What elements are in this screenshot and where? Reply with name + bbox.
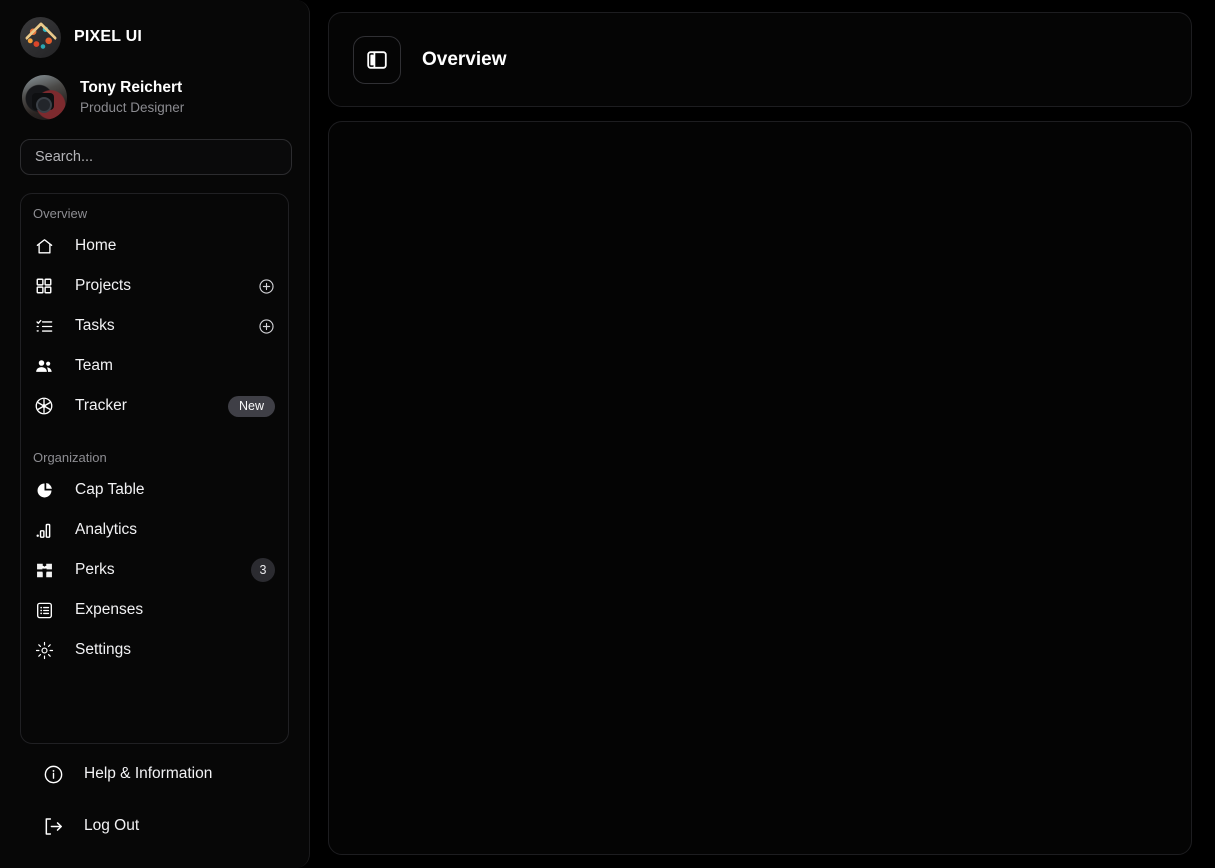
search-container — [0, 120, 309, 175]
sidebar-item-perks[interactable]: Perks 3 — [21, 550, 288, 590]
help-and-information-label: Help & Information — [84, 765, 213, 782]
content-panel — [328, 121, 1192, 855]
help-and-information-button[interactable]: Help & Information — [0, 758, 309, 790]
sidebar-item-settings[interactable]: Settings — [21, 630, 288, 670]
sidebar-item-label: Home — [75, 237, 117, 254]
sidebar-item-cap-table[interactable]: Cap Table — [21, 470, 288, 510]
notification-badge: 3 — [251, 558, 275, 582]
users-icon — [33, 355, 55, 377]
clipped-icon — [33, 679, 55, 701]
page-title: Overview — [422, 48, 507, 70]
log-out-button[interactable]: Log Out — [0, 810, 309, 842]
main-content: Overview — [310, 0, 1215, 868]
top-bar: Overview — [328, 12, 1192, 107]
bar-chart-icon — [33, 519, 55, 541]
logout-icon — [42, 815, 64, 837]
app-root: PIXEL UI Tony Reichert Product Designer … — [0, 0, 1215, 868]
sidebar-nav[interactable]: Overview Home Projects Tasks Team Tracke… — [20, 193, 289, 744]
sidebar-item-label: Expenses — [75, 601, 144, 618]
sidebar-item-analytics[interactable]: Analytics — [21, 510, 288, 550]
profile-role: Product Designer — [80, 100, 185, 115]
log-out-label: Log Out — [84, 817, 140, 834]
plus-icon[interactable] — [258, 318, 275, 335]
home-icon — [33, 235, 55, 257]
sidebar-item-label: Cap Table — [75, 481, 145, 498]
sidebar-footer: Help & Information Log Out — [0, 744, 309, 868]
sidebar-item-label: Analytics — [75, 521, 138, 538]
sidebar-item-label: Settings — [75, 641, 132, 658]
gift-icon — [33, 559, 55, 581]
brand[interactable]: PIXEL UI — [0, 0, 309, 58]
search-input[interactable] — [20, 139, 292, 175]
sidebar-item-label: Team — [75, 357, 113, 374]
sidebar-item-label: Projects — [75, 277, 131, 294]
sidebar-item-tracker[interactable]: Tracker New — [21, 386, 288, 426]
sidebar-item-projects[interactable]: Projects — [21, 266, 288, 306]
user-avatar — [22, 74, 67, 120]
sidebar-item-expenses[interactable]: Expenses — [21, 590, 288, 630]
sidebar-item-label: Perks — [75, 561, 115, 578]
sidebar-item-team[interactable]: Team — [21, 346, 288, 386]
grid-icon — [33, 275, 55, 297]
nav-section-label-overview: Overview — [33, 206, 88, 221]
pixel-logo-icon — [20, 16, 61, 58]
sidebar-item-label: Tasks — [75, 317, 115, 334]
pie-chart-icon — [33, 479, 55, 501]
plus-icon[interactable] — [258, 278, 275, 295]
list-icon — [33, 599, 55, 621]
brand-name: PIXEL UI — [74, 28, 142, 45]
sidebar-item-home[interactable]: Home — [21, 226, 288, 266]
sidebar-item-tasks[interactable]: Tasks — [21, 306, 288, 346]
checklist-icon — [33, 315, 55, 337]
gear-icon — [33, 639, 55, 661]
sidebar: PIXEL UI Tony Reichert Product Designer … — [0, 0, 310, 868]
profile-name: Tony Reichert — [80, 79, 183, 96]
sidebar-item-clipped[interactable] — [21, 670, 288, 710]
status-badge: New — [227, 395, 275, 417]
tracker-icon — [33, 395, 55, 417]
user-profile[interactable]: Tony Reichert Product Designer — [0, 58, 309, 120]
info-icon — [42, 763, 64, 785]
sidebar-item-label: Tracker — [75, 397, 127, 414]
sidebar-toggle-icon[interactable] — [353, 35, 401, 84]
profile-text: Tony Reichert Product Designer — [80, 78, 184, 116]
nav-section-label-organization: Organization — [33, 450, 107, 465]
